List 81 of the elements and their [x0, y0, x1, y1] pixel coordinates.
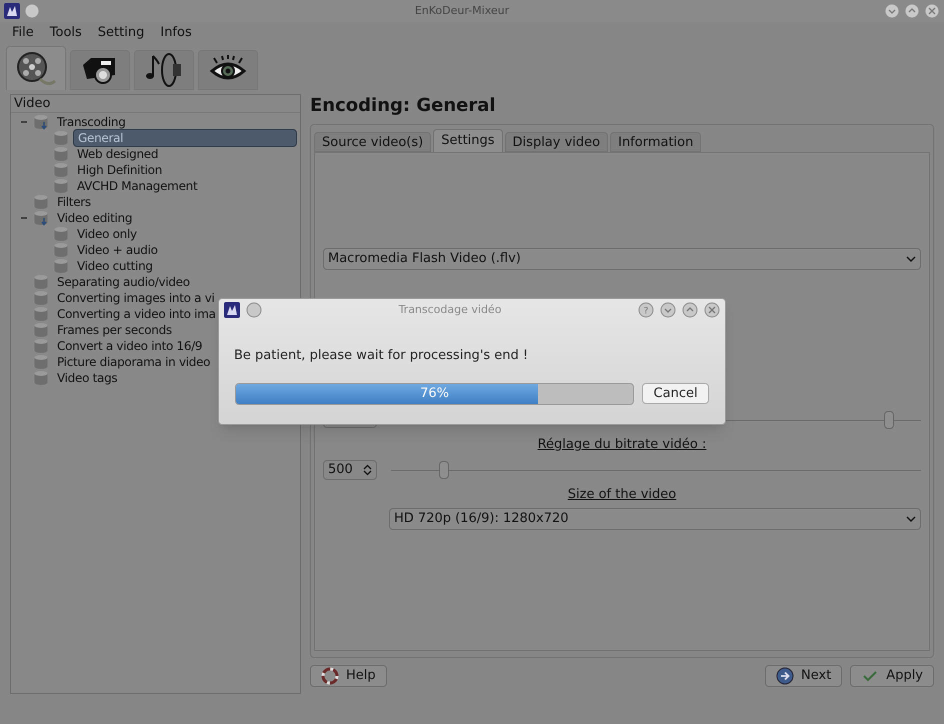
help-button[interactable]: ? [638, 302, 654, 318]
music-speaker-icon [145, 52, 183, 88]
database-icon [53, 130, 69, 146]
page-title: Encoding: General [310, 94, 497, 118]
database-icon [53, 178, 69, 194]
tree-item[interactable]: High Definition [73, 162, 166, 178]
tree-header: Video [11, 95, 300, 113]
database-icon [53, 242, 69, 258]
database-icon [33, 322, 49, 338]
database-icon [33, 306, 49, 322]
database-icon [33, 114, 49, 130]
tab[interactable]: Settings [433, 129, 503, 152]
bitrate-slider-track[interactable] [391, 460, 921, 478]
slider-handle[interactable] [439, 460, 449, 478]
menu-item[interactable]: Tools [50, 23, 82, 43]
tree-item[interactable]: Filters [53, 194, 95, 210]
window-title: EnKoDeur-Mixeur [414, 2, 510, 19]
toolbar-tab[interactable] [6, 46, 66, 90]
app-icon [224, 302, 240, 318]
database-icon [53, 146, 69, 162]
close-button[interactable] [704, 302, 720, 318]
spin-arrows-icon [363, 464, 372, 476]
maximize-button[interactable] [904, 3, 920, 19]
tree-item[interactable]: Video editing [53, 210, 136, 226]
lifebuoy-icon [321, 667, 339, 685]
tab[interactable]: Display video [504, 132, 608, 152]
film-reel-icon [16, 50, 56, 86]
tree-item[interactable]: Web designed [73, 146, 162, 162]
tree-item[interactable]: AVCHD Management [73, 178, 202, 194]
database-icon [33, 274, 49, 290]
database-icon [33, 338, 49, 354]
tree-item[interactable]: Separating audio/video [53, 274, 194, 290]
help-button[interactable]: Help [310, 665, 387, 687]
minimize-button[interactable] [884, 3, 900, 19]
database-icon [33, 290, 49, 306]
toolbar-tab[interactable] [198, 50, 258, 90]
video-size-label: Size of the video [566, 486, 678, 504]
tab[interactable]: Source video(s) [314, 132, 432, 152]
tree-item[interactable]: General [73, 129, 297, 147]
bitrate-label: Réglage du bitrate vidéo : [536, 436, 708, 454]
database-icon [33, 354, 49, 370]
tree-item[interactable]: Video + audio [73, 242, 162, 258]
arrow-right-icon [776, 667, 794, 685]
tree-item[interactable]: Video tags [53, 370, 122, 386]
tree-item[interactable]: Picture diaporama in video [53, 354, 214, 370]
chevron-down-icon [906, 255, 916, 263]
tree-item[interactable]: Video cutting [73, 258, 157, 274]
database-icon [53, 258, 69, 274]
database-icon [33, 194, 49, 210]
window-menu-button[interactable] [24, 3, 40, 19]
video-size-dropdown[interactable]: HD 720p (16/9): 1280x720 [389, 508, 921, 530]
progress-text: 76% [419, 384, 450, 403]
window-menu-button[interactable] [246, 302, 262, 318]
bitrate-spin-box[interactable]: 500 [323, 460, 377, 480]
dialog-title: Transcodage vidéo [398, 302, 502, 318]
tree-item[interactable]: Video only [73, 226, 141, 242]
menu-item[interactable]: File [12, 23, 34, 43]
apply-button[interactable]: Apply [850, 665, 934, 687]
tree-item[interactable]: Convert a video into 16/9 [53, 338, 206, 354]
dialog-message: Be patient, please wait for processing's end ! [233, 347, 530, 365]
tree-item[interactable]: Frames per seconds [53, 322, 176, 338]
database-icon [33, 370, 49, 386]
database-icon [33, 210, 49, 226]
tree-item[interactable]: Converting images into a vi [53, 290, 219, 306]
app-icon [4, 3, 20, 19]
menu-item[interactable]: Setting [98, 23, 144, 43]
database-icon [53, 226, 69, 242]
chevron-down-icon [906, 515, 916, 523]
next-button[interactable]: Next [765, 665, 842, 687]
slider-handle[interactable] [884, 411, 894, 429]
close-button[interactable] [924, 3, 940, 19]
tree-item[interactable]: Transcoding [53, 114, 130, 130]
format-dropdown[interactable]: Macromedia Flash Video (.flv) [323, 248, 921, 270]
tab[interactable]: Information [610, 132, 702, 152]
toolbar-tab[interactable] [70, 50, 130, 90]
tree-item[interactable]: Converting a video into ima [53, 306, 220, 322]
database-icon [53, 162, 69, 178]
menu-item[interactable]: Infos [160, 23, 192, 43]
maximize-button[interactable] [682, 302, 698, 318]
cancel-button[interactable]: Cancel [642, 383, 709, 404]
minimize-button[interactable] [660, 302, 676, 318]
